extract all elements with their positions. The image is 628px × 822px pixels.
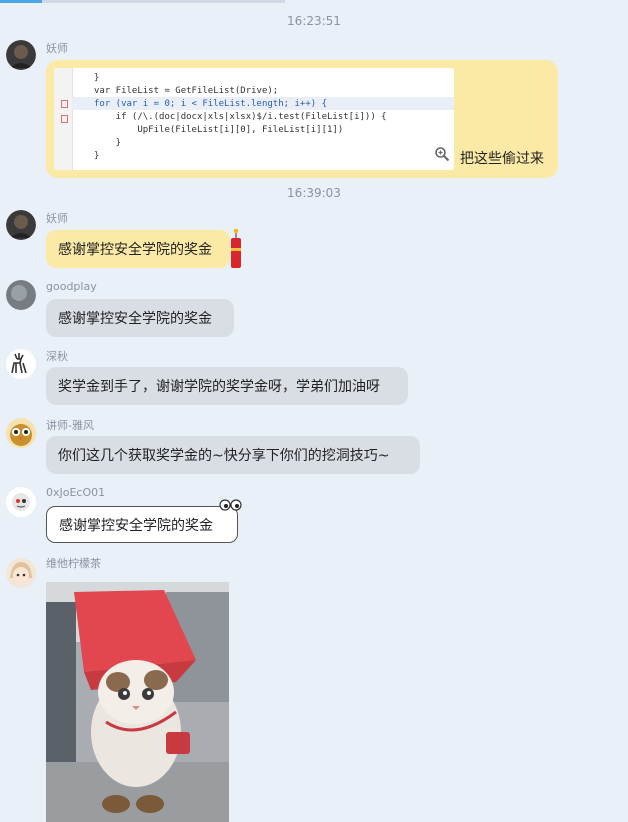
timestamp: 16:23:51 — [287, 14, 341, 28]
avatar[interactable] — [6, 349, 36, 379]
avatar[interactable] — [6, 418, 36, 448]
timestamp: 16:39:03 — [287, 186, 341, 200]
message-bubble[interactable]: 感谢掌控安全学院的奖金 — [46, 230, 230, 268]
avatar[interactable] — [6, 40, 36, 70]
deer-icon — [11, 353, 27, 374]
code-line: if (/\.(doc|docx|xls|xlsx)$/i.test(FileL… — [94, 112, 387, 122]
avatar[interactable] — [6, 210, 36, 240]
fold-marker-icon — [61, 100, 68, 108]
code-gutter — [54, 68, 73, 170]
sender-name: 维他柠檬茶 — [46, 557, 101, 570]
top-divider — [0, 0, 285, 3]
zoom-icon[interactable] — [434, 146, 450, 162]
owl-icon — [10, 424, 32, 446]
sender-name: 妖师 — [46, 42, 68, 55]
code-image[interactable]: } var FileList = GetFileList(Drive); for… — [54, 68, 454, 170]
cat-image-message[interactable] — [46, 582, 229, 822]
firecracker-icon — [231, 228, 241, 268]
avatar-photo-icon — [6, 40, 36, 70]
code-line: } — [94, 138, 122, 148]
code-line: var FileList = GetFileList(Drive); — [94, 86, 279, 96]
sender-name: 讲师-雅风 — [46, 419, 94, 432]
message-bubble[interactable]: 奖学金到手了，谢谢学院的奖学金呀，学弟们加油呀 — [46, 367, 408, 405]
sender-name: goodplay — [46, 280, 97, 293]
message-text: 你们这几个获取奖学金的~快分享下你们的挖洞技巧~ — [58, 448, 390, 464]
avatar[interactable] — [6, 487, 36, 517]
cat-with-red-hat-image — [46, 582, 229, 822]
avatar-cartoon-icon — [12, 493, 30, 511]
bubble-eyes-decoration-icon — [219, 499, 242, 511]
message-bubble[interactable]: 感谢掌控安全学院的奖金 — [46, 299, 234, 337]
avatar[interactable] — [6, 280, 36, 310]
code-line: } — [94, 151, 100, 161]
sender-name: 0xJoEcO01 — [46, 486, 106, 499]
message-caption: 把这些偷过来 — [460, 151, 544, 167]
sender-name: 深秋 — [46, 350, 68, 363]
fold-marker-icon — [61, 115, 68, 123]
code-screenshot-message[interactable]: } var FileList = GetFileList(Drive); for… — [46, 60, 558, 178]
top-tab-indicator — [0, 0, 42, 3]
message-bubble[interactable]: 你们这几个获取奖学金的~快分享下你们的挖洞技巧~ — [46, 436, 420, 474]
avatar[interactable] — [6, 558, 36, 588]
code-line: for (var i = 0; i < FileList.length; i++… — [94, 99, 327, 109]
sender-name: 妖师 — [46, 212, 68, 225]
message-text: 感谢掌控安全学院的奖金 — [58, 311, 212, 327]
avatar-photo-icon — [6, 280, 36, 310]
avatar-photo-icon — [6, 210, 36, 240]
code-line: UpFile(FileList[i][0], FileList[i][1]) — [94, 125, 344, 135]
message-text: 感谢掌控安全学院的奖金 — [58, 242, 212, 258]
message-text: 奖学金到手了，谢谢学院的奖学金呀，学弟们加油呀 — [58, 379, 380, 395]
message-text: 感谢掌控安全学院的奖金 — [59, 517, 213, 534]
code-line: } — [94, 73, 100, 83]
message-bubble[interactable]: 感谢掌控安全学院的奖金 — [46, 506, 238, 543]
avatar-anime-icon — [10, 562, 32, 583]
